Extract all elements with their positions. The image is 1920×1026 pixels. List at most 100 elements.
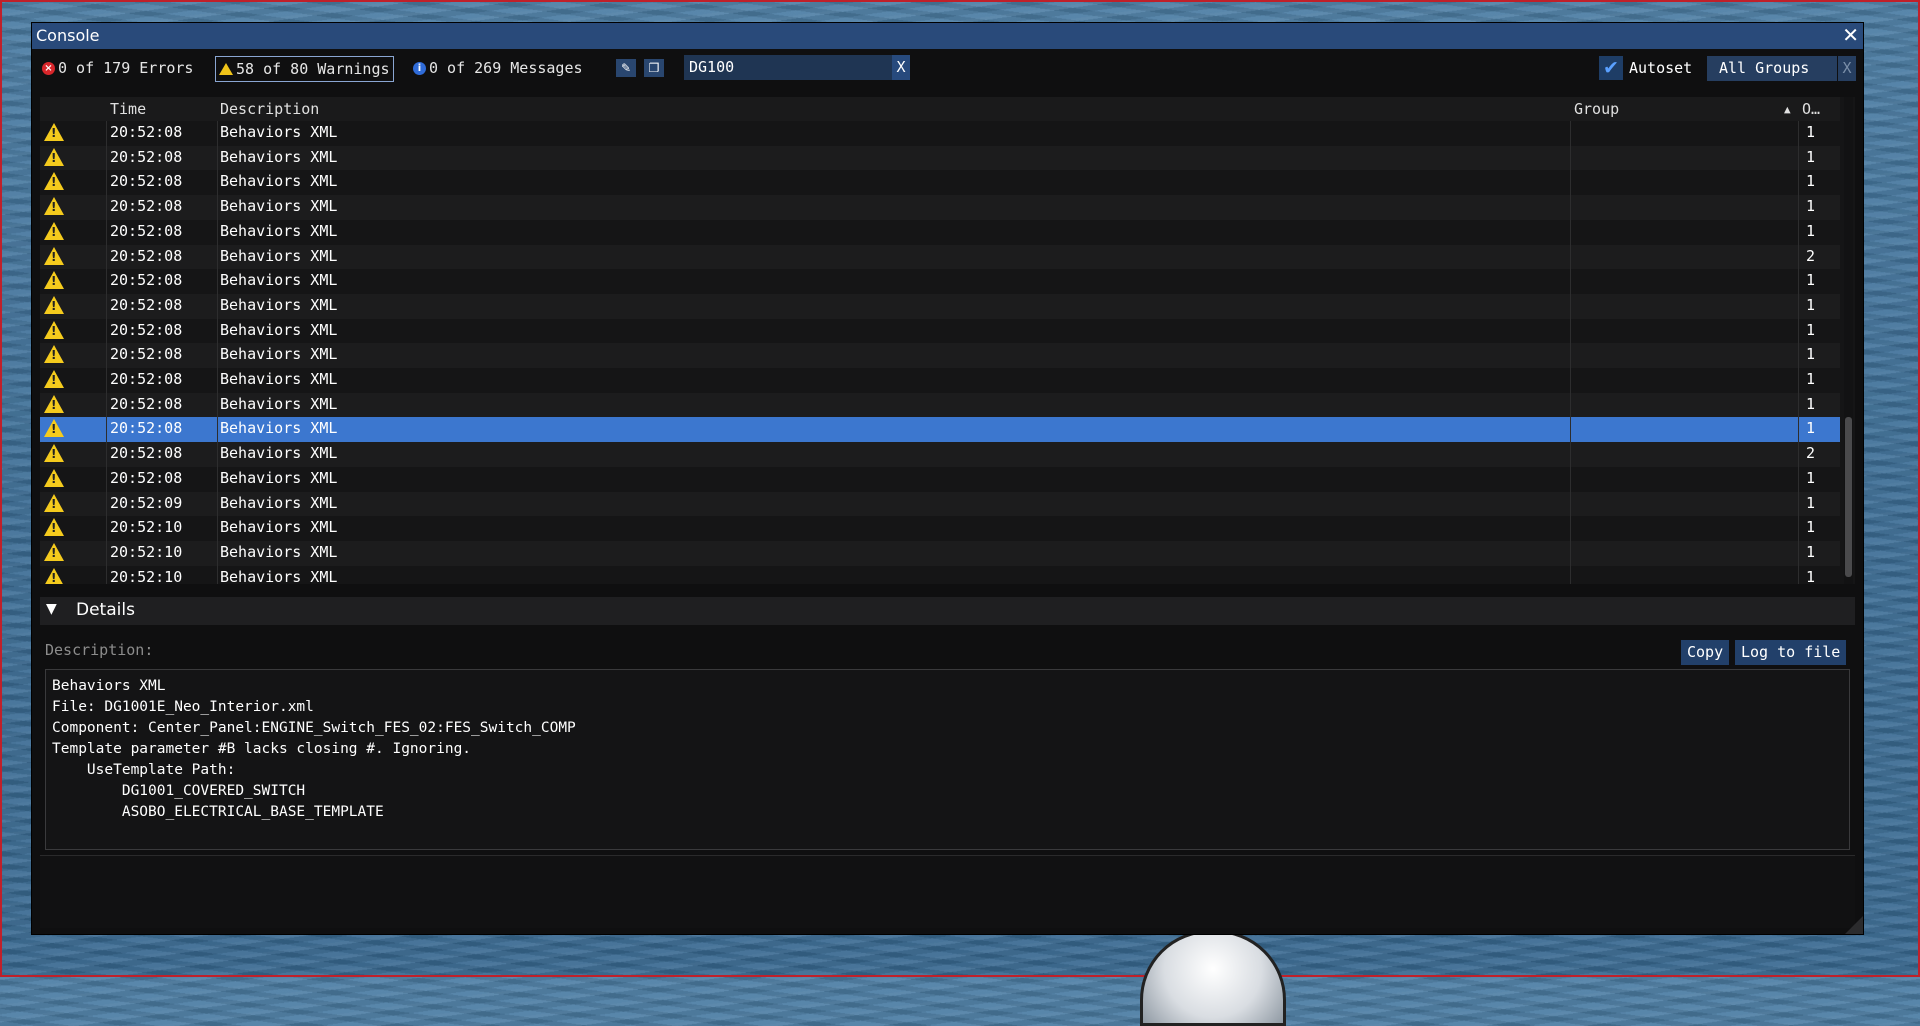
row-description: Behaviors XML <box>220 542 338 561</box>
background-dome <box>1140 930 1286 1026</box>
warning-icon <box>219 63 233 75</box>
row-count: 1 <box>1806 172 1816 191</box>
toolbar: × 0 of 179 Errors 58 of 80 Warnings i 0 … <box>32 49 1863 89</box>
errors-filter-label: 0 of 179 Errors <box>58 59 194 77</box>
resize-handle[interactable] <box>1845 916 1863 934</box>
autoset-toggle[interactable]: ✔ Autoset <box>1599 56 1692 80</box>
groups-dropdown[interactable]: All Groups <box>1707 56 1837 81</box>
row-count: 1 <box>1806 567 1816 584</box>
column-header-group[interactable]: Group <box>1574 100 1619 118</box>
window-title: Console <box>36 26 100 45</box>
row-time: 20:52:08 <box>110 172 183 191</box>
row-time: 20:52:08 <box>110 468 183 487</box>
row-description: Behaviors XML <box>220 444 338 463</box>
description-line: DG1001_COVERED_SWITCH <box>52 783 306 799</box>
copy-icon[interactable]: ❐ <box>644 59 664 77</box>
warning-icon <box>44 345 64 364</box>
column-header-count[interactable]: O… <box>1802 100 1820 118</box>
row-time: 20:52:10 <box>110 518 183 537</box>
row-count: 1 <box>1806 370 1816 388</box>
column-header-description[interactable]: Description <box>220 100 319 118</box>
row-time: 20:52:08 <box>110 320 183 339</box>
row-description: Behaviors XML <box>220 123 338 141</box>
title-bar[interactable]: Console ✕ <box>32 23 1863 49</box>
warning-icon <box>44 320 64 339</box>
description-line: File: DG1001E_Neo_Interior.xml <box>52 699 314 715</box>
row-time: 20:52:08 <box>110 246 183 265</box>
warning-icon <box>44 419 64 438</box>
row-time: 20:52:08 <box>110 123 183 141</box>
sort-ascending-icon[interactable]: ▲ <box>1784 103 1791 116</box>
row-time: 20:52:08 <box>110 197 183 216</box>
warning-icon <box>44 493 64 512</box>
messages-filter[interactable]: i 0 of 269 Messages <box>413 56 583 80</box>
search-input[interactable]: DG100 <box>684 55 894 80</box>
row-time: 20:52:10 <box>110 542 183 561</box>
details-header[interactable]: ▼ Details <box>40 597 1855 625</box>
row-description: Behaviors XML <box>220 567 338 584</box>
warning-icon <box>44 370 64 388</box>
row-description: Behaviors XML <box>220 394 338 413</box>
row-count: 1 <box>1806 147 1816 166</box>
column-divider <box>106 121 107 584</box>
warning-icon <box>44 246 64 265</box>
row-time: 20:52:08 <box>110 295 183 314</box>
row-time: 20:52:08 <box>110 419 183 438</box>
warning-icon <box>44 271 64 290</box>
collapse-arrow-icon[interactable]: ▼ <box>46 601 57 617</box>
column-divider <box>217 121 218 584</box>
row-count: 1 <box>1806 394 1816 413</box>
warning-icon <box>44 147 64 166</box>
row-description: Behaviors XML <box>220 320 338 339</box>
checkmark-icon[interactable]: ✔ <box>1599 56 1623 80</box>
row-time: 20:52:08 <box>110 345 183 364</box>
column-header-time[interactable]: Time <box>110 100 146 118</box>
messages-filter-label: 0 of 269 Messages <box>429 59 583 77</box>
warning-icon <box>44 444 64 463</box>
eraser-icon[interactable]: ✎ <box>616 59 636 77</box>
row-time: 20:52:08 <box>110 271 183 290</box>
copy-button[interactable]: Copy <box>1681 640 1730 665</box>
row-count: 1 <box>1806 419 1816 438</box>
warning-icon <box>44 542 64 561</box>
warnings-filter[interactable]: 58 of 80 Warnings <box>215 56 394 82</box>
log-table: Time Description Group ▲ O… 20:52:08 Beha… <box>40 97 1855 584</box>
warning-icon <box>44 197 64 216</box>
warning-icon <box>44 123 64 141</box>
info-icon: i <box>413 61 426 75</box>
row-time: 20:52:08 <box>110 444 183 463</box>
row-description: Behaviors XML <box>220 370 338 388</box>
description-line: Component: Center_Panel:ENGINE_Switch_FE… <box>52 720 576 736</box>
scrollbar-thumb[interactable] <box>1845 417 1852 577</box>
console-window: Console ✕ × 0 of 179 Errors 58 of 80 War… <box>32 23 1863 934</box>
row-time: 20:52:10 <box>110 567 183 584</box>
row-description: Behaviors XML <box>220 271 338 290</box>
row-count: 1 <box>1806 468 1816 487</box>
row-description: Behaviors XML <box>220 295 338 314</box>
warning-icon <box>44 172 64 191</box>
column-divider <box>1570 121 1571 584</box>
autoset-label: Autoset <box>1629 59 1693 77</box>
row-count: 1 <box>1806 123 1816 141</box>
errors-filter[interactable]: × 0 of 179 Errors <box>42 56 193 80</box>
row-time: 20:52:08 <box>110 221 183 240</box>
search-clear-button[interactable]: X <box>892 55 910 80</box>
close-icon[interactable]: ✕ <box>1842 23 1859 47</box>
details-empty-area <box>40 855 1855 928</box>
row-count: 1 <box>1806 197 1816 216</box>
description-line: UseTemplate Path: <box>52 762 236 778</box>
row-count: 1 <box>1806 221 1816 240</box>
row-count: 2 <box>1806 246 1816 265</box>
description-line: ASOBO_ELECTRICAL_BASE_TEMPLATE <box>52 804 384 820</box>
groups-clear-button[interactable]: X <box>1838 56 1856 81</box>
table-header: Time Description Group ▲ O… <box>40 97 1840 121</box>
row-description: Behaviors XML <box>220 246 338 265</box>
row-description: Behaviors XML <box>220 518 338 537</box>
row-count: 1 <box>1806 542 1816 561</box>
warning-icon <box>44 518 64 537</box>
row-description: Behaviors XML <box>220 493 338 512</box>
row-count: 2 <box>1806 444 1816 463</box>
log-to-file-button[interactable]: Log to file <box>1735 640 1847 665</box>
description-text[interactable]: Behaviors XML File: DG1001E_Neo_Interior.… <box>45 669 1850 850</box>
table-scrollbar[interactable] <box>1844 97 1853 584</box>
